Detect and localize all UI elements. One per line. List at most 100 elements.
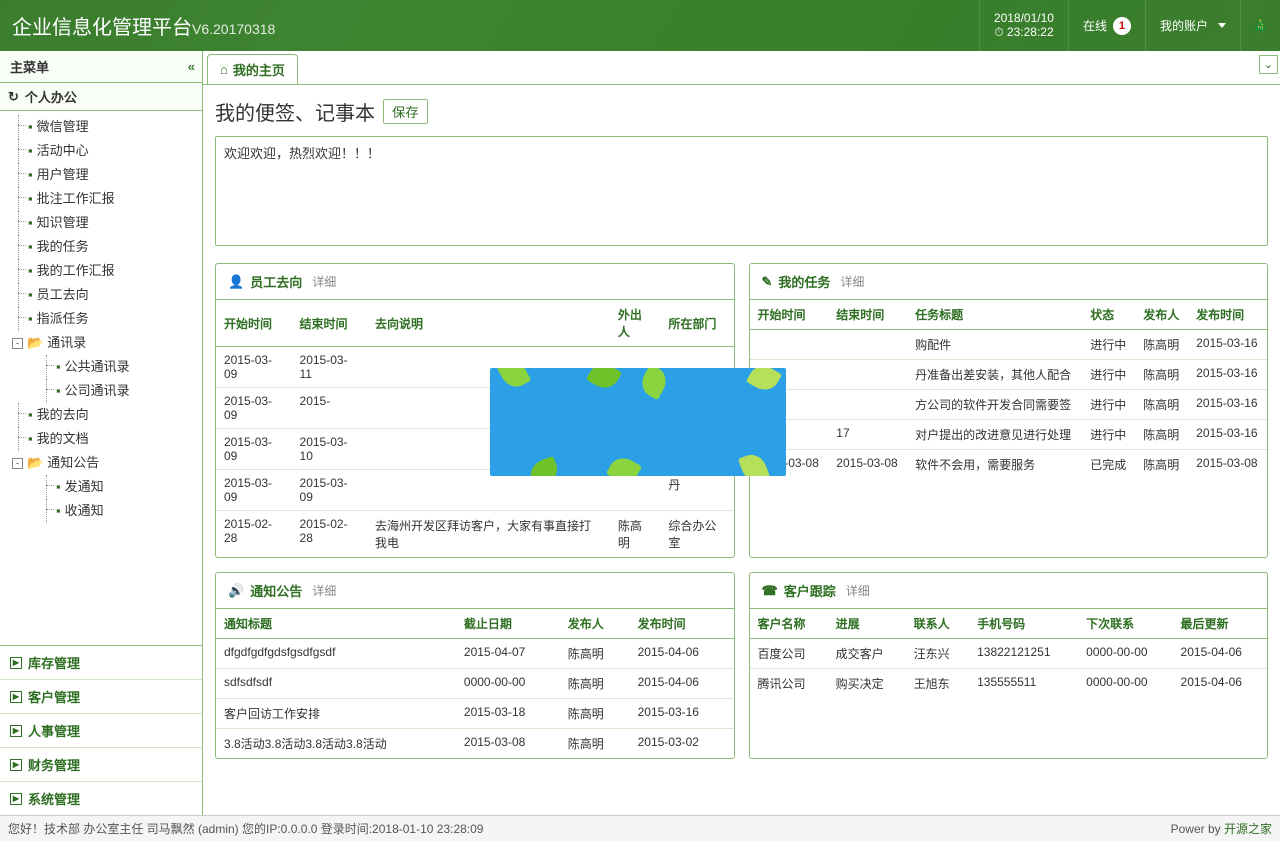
table-row[interactable]: 百度公司成交客户汪东兴138221212510000-00-002015-04-… xyxy=(750,639,1268,669)
col-header: 通知标题 xyxy=(216,609,456,639)
col-header: 发布人 xyxy=(1135,300,1188,330)
play-icon: ▶ xyxy=(10,691,22,703)
file-icon: ▪ xyxy=(28,213,33,233)
detail-link[interactable]: 详细 xyxy=(840,273,864,290)
col-header: 联系人 xyxy=(906,609,969,639)
col-header: 外出人 xyxy=(610,300,661,347)
file-icon: ▪ xyxy=(28,141,33,161)
table-notices: 通知标题截止日期发布人发布时间dfgdfgdfgdsfgsdfgsdf2015-… xyxy=(216,609,734,758)
table-row[interactable]: 方公司的软件开发合同需要签进行中陈高明2015-03-16 xyxy=(750,390,1268,420)
file-icon: ▪ xyxy=(28,237,33,257)
tree-item[interactable]: ▪ 知识管理 xyxy=(0,211,202,235)
panel-head-tasks: ✎ 我的任务 详细 xyxy=(750,264,1268,300)
col-header: 客户名称 xyxy=(750,609,828,639)
col-header: 发布时间 xyxy=(630,609,734,639)
table-row[interactable]: 腾讯公司购买决定王旭东1355555110000-00-002015-04-06 xyxy=(750,669,1268,699)
col-header: 发布人 xyxy=(560,609,630,639)
footer: 您好！技术部 办公室主任 司马飘然 (admin) 您的IP:0.0.0.0 登… xyxy=(0,815,1280,841)
tree-item[interactable]: ▪ 指派任务 xyxy=(0,307,202,331)
sidebar-bottom-item[interactable]: ▶库存管理 xyxy=(0,646,202,679)
save-button[interactable]: 保存 xyxy=(383,99,428,124)
collapse-sidebar-icon[interactable]: « xyxy=(188,59,192,74)
file-icon: ▪ xyxy=(28,117,33,137)
tree-item[interactable]: ▪ 用户管理 xyxy=(0,163,202,187)
version-text: V6.20170318 xyxy=(192,21,275,37)
tree-folder[interactable]: - 📂 通知公告 xyxy=(0,451,202,475)
tab-bar: ⌂ 我的主页 ⌄ xyxy=(203,51,1280,85)
tree-item[interactable]: ▪ 我的文档 xyxy=(0,427,202,451)
notes-header: 我的便签、记事本 保存 xyxy=(215,97,1268,126)
table-row[interactable]: sdfsdfsdf0000-00-00陈高明2015-04-06 xyxy=(216,669,734,699)
online-label: 在线 xyxy=(1083,17,1107,34)
col-header: 结束时间 xyxy=(828,300,907,330)
col-header: 所在部门 xyxy=(660,300,733,347)
table-row[interactable]: 2015-03-082015-03-08软件不会用，需要服务已完成陈高明2015… xyxy=(750,450,1268,480)
tab-dropdown-icon[interactable]: ⌄ xyxy=(1259,55,1278,74)
col-header: 手机号码 xyxy=(969,609,1078,639)
tree-item[interactable]: ▪ 我的去向 xyxy=(0,403,202,427)
expand-icon[interactable]: - xyxy=(12,338,23,349)
col-header: 发布时间 xyxy=(1188,300,1267,330)
tree-item[interactable]: ▪ 公司通讯录 xyxy=(0,379,202,403)
account-label: 我的账户 xyxy=(1160,17,1208,34)
table-row[interactable]: 购配件进行中陈高明2015-03-16 xyxy=(750,330,1268,360)
edit-icon: ✎ xyxy=(762,274,773,290)
tree-item[interactable]: ▪ 公共通讯录 xyxy=(0,355,202,379)
speaker-icon: 🔊 xyxy=(228,583,244,599)
title-text: 企业信息化管理平台 xyxy=(12,17,192,39)
account-menu[interactable]: 我的账户 xyxy=(1145,0,1240,51)
tree-item[interactable]: ▪ 收通知 xyxy=(0,499,202,523)
play-icon: ▶ xyxy=(10,759,22,771)
col-header: 任务标题 xyxy=(907,300,1082,330)
footer-right: Power by 开源之家 xyxy=(1171,820,1272,837)
sidebar-bottom-item[interactable]: ▶财务管理 xyxy=(0,747,202,781)
footer-link[interactable]: 开源之家 xyxy=(1224,822,1272,836)
sidebar-section-personal[interactable]: ↻ 个人办公 xyxy=(0,83,202,111)
tree-item[interactable]: ▪ 活动中心 xyxy=(0,139,202,163)
col-header: 状态 xyxy=(1082,300,1135,330)
refresh-icon: ↻ xyxy=(8,89,19,105)
file-icon: ▪ xyxy=(56,381,61,401)
file-icon: ▪ xyxy=(56,357,61,377)
tree-item[interactable]: ▪ 我的工作汇报 xyxy=(0,259,202,283)
panel-notices: 🔊 通知公告 详细 通知标题截止日期发布人发布时间dfgdfgdfgdsfgsd… xyxy=(215,572,735,759)
table-row[interactable]: 2015-02-282015-02-28去海州开发区拜访客户，大家有事直接打我电… xyxy=(216,511,734,558)
tree-folder[interactable]: - 📂 通讯录 xyxy=(0,331,202,355)
table-row[interactable]: 客户回访工作安排2015-03-18陈高明2015-03-16 xyxy=(216,699,734,729)
detail-link[interactable]: 详细 xyxy=(846,582,870,599)
notes-title: 我的便签、记事本 xyxy=(215,97,375,126)
floating-banner[interactable] xyxy=(490,368,786,476)
tab-home[interactable]: ⌂ 我的主页 xyxy=(207,54,298,84)
time-text: ⏱ 23:28:22 xyxy=(994,25,1053,40)
folder-icon: 📂 xyxy=(27,333,43,353)
header: 企业信息化管理平台V6.20170318 2018/01/10 ⏱ 23:28:… xyxy=(0,0,1280,51)
expand-icon[interactable]: - xyxy=(12,458,23,469)
sidebar-tree: ▪ 微信管理▪ 活动中心▪ 用户管理▪ 批注工作汇报▪ 知识管理▪ 我的任务▪ … xyxy=(0,111,202,645)
sidebar-bottom-item[interactable]: ▶人事管理 xyxy=(0,713,202,747)
tree-toggle-button[interactable]: 🎄 xyxy=(1240,0,1280,51)
tree-item[interactable]: ▪ 我的任务 xyxy=(0,235,202,259)
file-icon: ▪ xyxy=(56,501,61,521)
sidebar-bottom-item[interactable]: ▶客户管理 xyxy=(0,679,202,713)
tree-item[interactable]: ▪ 批注工作汇报 xyxy=(0,187,202,211)
sidebar-bottom-item[interactable]: ▶系统管理 xyxy=(0,781,202,815)
file-icon: ▪ xyxy=(28,189,33,209)
file-icon: ▪ xyxy=(28,165,33,185)
table-row[interactable]: dfgdfgdfgdsfgsdfgsdf2015-04-07陈高明2015-04… xyxy=(216,639,734,669)
table-customers: 客户名称进展联系人手机号码下次联系最后更新百度公司成交客户汪东兴13822121… xyxy=(750,609,1268,698)
panel-head-direction: 👤 员工去向 详细 xyxy=(216,264,734,300)
detail-link[interactable]: 详细 xyxy=(312,582,336,599)
table-row[interactable]: 3.8活动3.8活动3.8活动3.8活动2015-03-08陈高明2015-03… xyxy=(216,729,734,759)
online-box[interactable]: 在线 1 xyxy=(1068,0,1145,51)
table-row[interactable]: 丹准备出差安装，其他人配合进行中陈高明2015-03-16 xyxy=(750,360,1268,390)
file-icon: ▪ xyxy=(28,309,33,329)
caret-down-icon xyxy=(1218,23,1226,28)
tree-item[interactable]: ▪ 发通知 xyxy=(0,475,202,499)
notes-textarea[interactable] xyxy=(215,136,1268,246)
table-row[interactable]: 1517对户提出的改进意见进行处理进行中陈高明2015-03-16 xyxy=(750,420,1268,450)
col-header: 下次联系 xyxy=(1078,609,1172,639)
detail-link[interactable]: 详细 xyxy=(312,273,336,290)
sidebar-bottom-nav: ▶库存管理▶客户管理▶人事管理▶财务管理▶系统管理 xyxy=(0,645,202,815)
tree-item[interactable]: ▪ 微信管理 xyxy=(0,115,202,139)
tree-item[interactable]: ▪ 员工去向 xyxy=(0,283,202,307)
